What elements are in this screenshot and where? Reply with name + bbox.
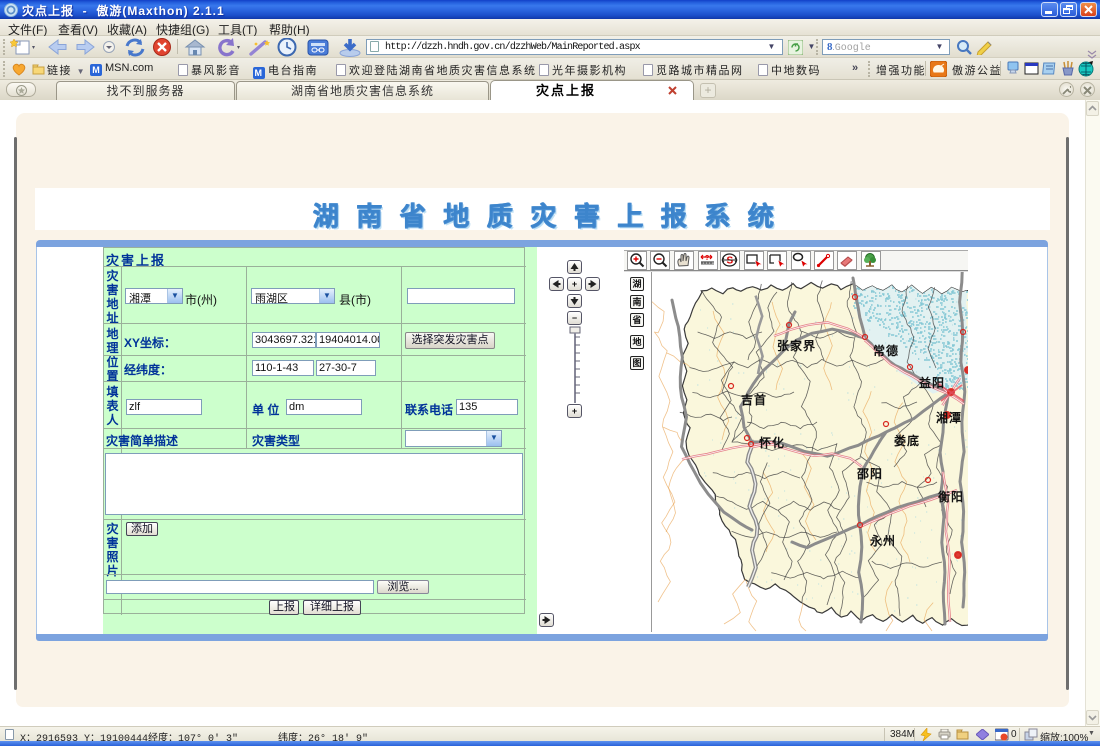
svg-text:常德: 常德 bbox=[873, 343, 899, 358]
svg-text:张家界: 张家界 bbox=[777, 338, 816, 353]
svg-text:?: ? bbox=[705, 255, 709, 262]
svg-text:永州: 永州 bbox=[869, 533, 896, 548]
svg-text:娄底: 娄底 bbox=[894, 433, 920, 448]
svg-text:怀化: 怀化 bbox=[759, 435, 785, 450]
svg-text:邵阳: 邵阳 bbox=[856, 466, 883, 481]
svg-text:益阳: 益阳 bbox=[919, 375, 945, 390]
svg-text:湘潭: 湘潭 bbox=[936, 410, 962, 425]
svg-text:衡阳: 衡阳 bbox=[938, 489, 964, 504]
svg-text:吉首: 吉首 bbox=[741, 392, 767, 407]
svg-text:S: S bbox=[727, 256, 734, 267]
